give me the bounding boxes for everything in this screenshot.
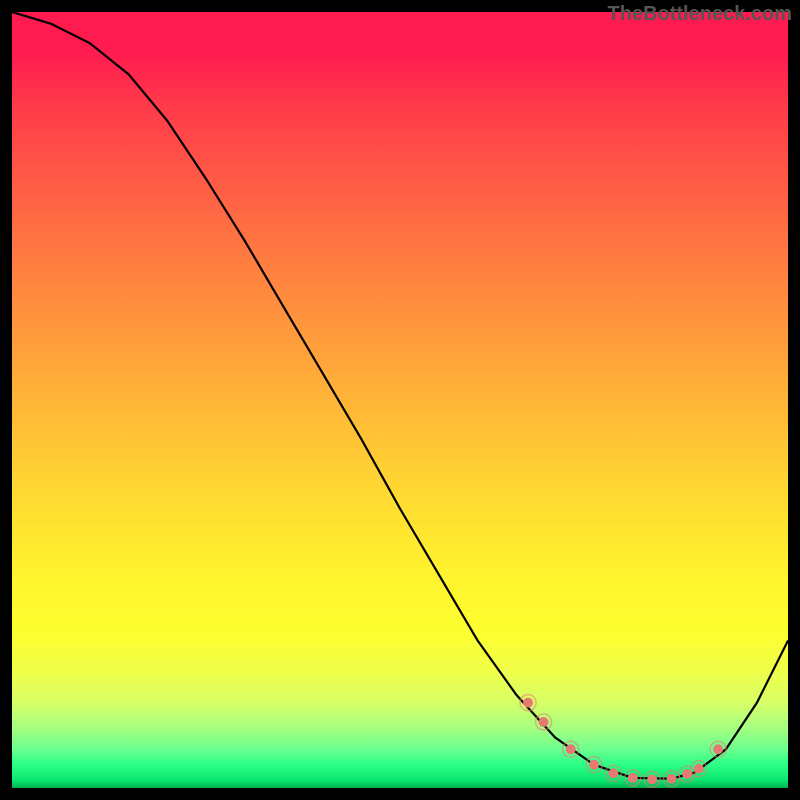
marker-dot bbox=[667, 774, 677, 784]
bottleneck-curve bbox=[12, 12, 788, 779]
marker-dot bbox=[647, 774, 657, 784]
marker-dot bbox=[628, 773, 638, 783]
marker-dot bbox=[566, 744, 576, 754]
marker-dot bbox=[539, 717, 549, 727]
chart-container: TheBottleneck.com bbox=[0, 0, 800, 800]
marker-dot bbox=[523, 698, 533, 708]
plot-area bbox=[12, 12, 788, 788]
marker-dot bbox=[608, 768, 618, 778]
chart-svg bbox=[12, 12, 788, 788]
watermark-text: TheBottleneck.com bbox=[608, 3, 792, 26]
marker-dot bbox=[713, 744, 723, 754]
marker-dot bbox=[694, 764, 704, 774]
marker-dot bbox=[589, 760, 599, 770]
